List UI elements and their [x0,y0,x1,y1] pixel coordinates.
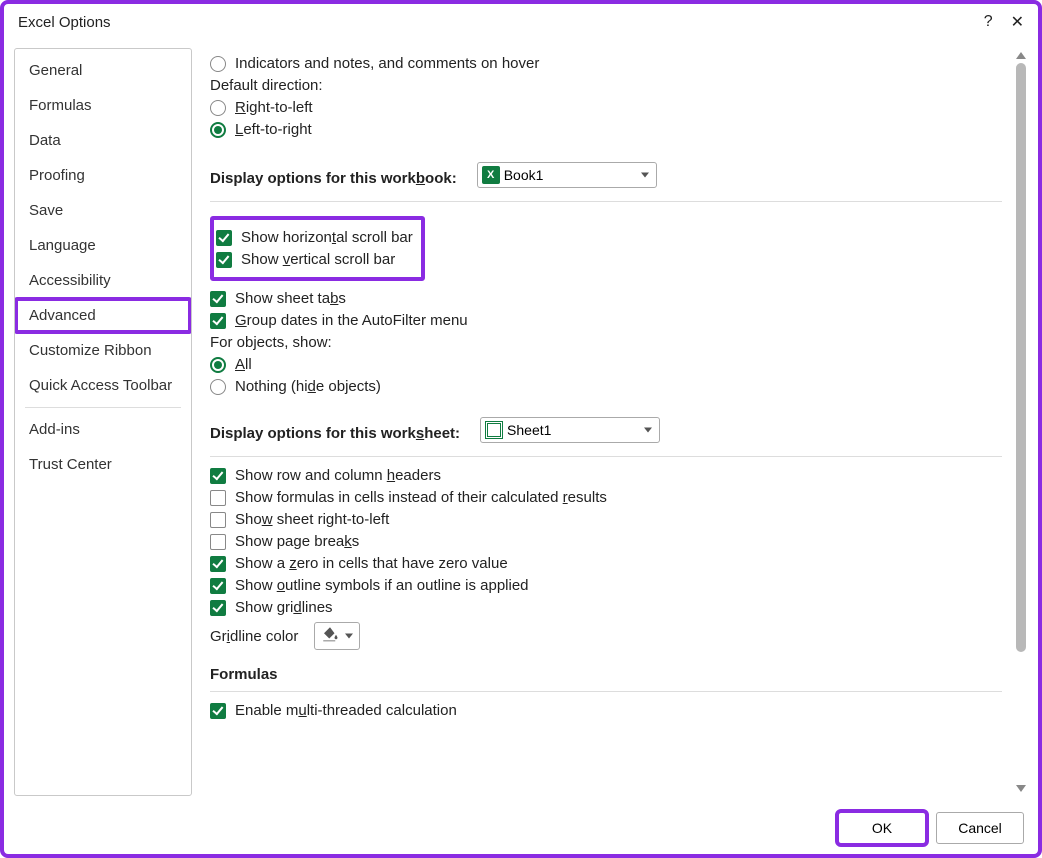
radio-rtl[interactable] [210,100,226,116]
excel-options-window: Excel Options ? ✕ GeneralFormulasDataPro… [0,0,1042,858]
separator [210,691,1002,692]
checkbox-zero-values-label[interactable]: Show a zero in cells that have zero valu… [235,555,508,572]
sidebar-item-proofing[interactable]: Proofing [15,158,191,193]
radio-objects-nothing-label[interactable]: Nothing (hide objects) [235,378,381,395]
radio-indicators-hover[interactable] [210,56,226,72]
checkbox-multithread-label[interactable]: Enable multi-threaded calculation [235,702,457,719]
for-objects-label: For objects, show: [210,334,1002,351]
worksheet-dropdown-value: Sheet1 [507,422,551,438]
checkbox-gridlines-label[interactable]: Show gridlines [235,599,333,616]
checkbox-sheet-tabs[interactable] [210,291,226,307]
checkbox-gridlines[interactable] [210,600,226,616]
sidebar-item-accessibility[interactable]: Accessibility [15,263,191,298]
excel-icon: X [482,166,500,184]
checkbox-row-col-headers[interactable] [210,468,226,484]
checkbox-show-formulas[interactable] [210,490,226,506]
scrollbar-options-highlight: Show horizontal scroll bar Show vertical… [210,216,425,281]
scrollbar-thumb[interactable] [1016,63,1026,652]
checkbox-show-formulas-label[interactable]: Show formulas in cells instead of their … [235,489,607,506]
sheet-icon [485,421,503,439]
section-worksheet-label: Display options for this worksheet: [210,425,460,442]
cancel-button[interactable]: Cancel [936,812,1024,844]
checkbox-sheet-tabs-label[interactable]: Show sheet tabs [235,290,346,307]
sidebar-item-general[interactable]: General [15,53,191,88]
workbook-dropdown-value: Book1 [504,167,544,183]
default-direction-label: Default direction: [210,77,1002,94]
sidebar-item-customize-ribbon[interactable]: Customize Ribbon [15,333,191,368]
options-content: Indicators and notes, and comments on ho… [210,48,1012,796]
checkbox-sheet-rtl[interactable] [210,512,226,528]
checkbox-group-dates[interactable] [210,313,226,329]
radio-objects-all[interactable] [210,357,226,373]
checkbox-h-scroll[interactable] [216,230,232,246]
sidebar-item-add-ins[interactable]: Add-ins [15,412,191,447]
sidebar-separator [25,407,181,408]
checkbox-page-breaks[interactable] [210,534,226,550]
checkbox-sheet-rtl-label[interactable]: Show sheet right-to-left [235,511,389,528]
sidebar-item-quick-access-toolbar[interactable]: Quick Access Toolbar [15,368,191,403]
checkbox-page-breaks-label[interactable]: Show page breaks [235,533,359,550]
sidebar-item-language[interactable]: Language [15,228,191,263]
help-icon[interactable]: ? [984,13,993,31]
ok-button[interactable]: OK [838,812,926,844]
sidebar-item-formulas[interactable]: Formulas [15,88,191,123]
checkbox-outline-symbols[interactable] [210,578,226,594]
radio-ltr-label[interactable]: Left-to-right [235,121,312,138]
gridline-color-picker[interactable] [314,622,360,650]
radio-indicators-hover-label[interactable]: Indicators and notes, and comments on ho… [235,55,539,72]
sidebar-item-data[interactable]: Data [15,123,191,158]
radio-objects-all-label[interactable]: All [235,356,252,373]
vertical-scrollbar[interactable] [1012,48,1030,796]
window-title: Excel Options [18,14,111,31]
worksheet-dropdown[interactable]: Sheet1 [480,417,660,443]
fill-bucket-icon [321,625,339,647]
checkbox-v-scroll[interactable] [216,252,232,268]
scrollbar-track[interactable] [1016,63,1026,781]
sidebar-item-save[interactable]: Save [15,193,191,228]
checkbox-group-dates-label[interactable]: Group dates in the AutoFilter menu [235,312,468,329]
checkbox-zero-values[interactable] [210,556,226,572]
gridline-color-label: Gridline color [210,628,298,645]
checkbox-v-scroll-label[interactable]: Show vertical scroll bar [241,251,395,268]
separator [210,201,1002,202]
titlebar: Excel Options ? ✕ [4,4,1038,40]
sidebar-item-advanced[interactable]: Advanced [15,298,191,333]
sidebar: GeneralFormulasDataProofingSaveLanguageA… [14,48,192,796]
workbook-dropdown[interactable]: X Book1 [477,162,657,188]
scroll-up-icon[interactable] [1016,52,1026,59]
radio-objects-nothing[interactable] [210,379,226,395]
separator [210,456,1002,457]
checkbox-multithread[interactable] [210,703,226,719]
radio-rtl-label[interactable]: Right-to-left [235,99,313,116]
section-workbook-label: Display options for this workbook: [210,170,457,187]
section-formulas-label: Formulas [210,666,1002,683]
scroll-down-icon[interactable] [1016,785,1026,792]
checkbox-outline-symbols-label[interactable]: Show outline symbols if an outline is ap… [235,577,529,594]
close-icon[interactable]: ✕ [1011,12,1024,32]
dialog-footer: OK Cancel [838,812,1024,844]
radio-ltr[interactable] [210,122,226,138]
checkbox-h-scroll-label[interactable]: Show horizontal scroll bar [241,229,413,246]
sidebar-item-trust-center[interactable]: Trust Center [15,447,191,482]
checkbox-row-col-headers-label[interactable]: Show row and column headers [235,467,441,484]
